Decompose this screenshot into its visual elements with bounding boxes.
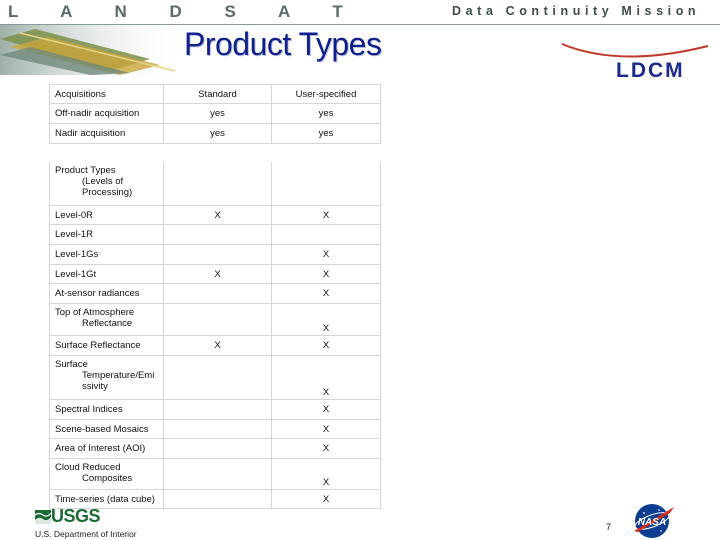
row-label: Acquisitions [49,84,164,104]
standard-cell [163,224,272,245]
table-row: Top of Atmosphere Reflectance X [49,303,381,336]
table-row: Surface Temperature/Emi ssivity X [49,355,381,400]
table-row: Surface Reflectance X X [49,335,381,356]
user-specified-cell: X [271,303,381,336]
row-label: Surface Reflectance [49,335,164,356]
user-specified-cell: X [271,283,381,304]
standard-cell [163,419,272,439]
standard-cell [163,438,272,459]
standard-cell [163,283,272,304]
product-types-table: Acquisitions Standard User-specified Off… [49,84,381,509]
standard-cell [163,303,272,336]
user-specified-cell: X [271,335,381,356]
user-specified-cell: X [271,205,381,225]
page-title: Product Types [184,26,382,62]
row-label-continued: Reflectance [82,318,133,329]
standard-cell: X [163,205,272,225]
row-label: Level-0R [49,205,164,225]
row-label: Area of Interest (AOI) [49,438,164,459]
user-specified-cell: X [271,244,381,265]
standard-cell [163,458,272,490]
row-label: Surface [55,359,88,370]
standard-cell: X [163,335,272,356]
row-label: Level-1R [49,224,164,245]
table-row: Scene-based Mosaics X [49,419,381,439]
table-row: Off-nadir acquisition yes yes [49,103,381,124]
standard-cell: yes [163,103,272,124]
table-row: At-sensor radiances X [49,283,381,304]
standard-cell [163,355,272,400]
landsat-banner: L A N D S A T [8,2,362,21]
row-label: Level-1Gt [49,264,164,284]
standard-cell: X [163,264,272,284]
standard-cell [163,489,272,509]
usgs-logo: USGS [51,506,101,526]
user-specified-cell: X [271,264,381,284]
user-specified-cell: X [271,355,381,400]
user-specified-cell [271,224,381,245]
landsat-header-graphic [0,25,190,75]
table-row: Acquisitions Standard User-specified [49,84,381,104]
user-specified-cell: User-specified [271,84,381,104]
table-row: Cloud Reduced Composites X [49,458,381,490]
row-label-continued: Composites [82,473,133,484]
standard-cell [163,161,272,206]
user-specified-cell: yes [271,123,381,144]
mission-banner: Data Continuity Mission [452,4,701,18]
table-row: Nadir acquisition yes yes [49,123,381,144]
user-specified-cell: X [271,419,381,439]
page-number: 7 [606,522,612,532]
row-label: At-sensor radiances [49,283,164,304]
table-row: Level-1R [49,224,381,245]
standard-cell [163,244,272,265]
row-label: Off-nadir acquisition [49,103,164,124]
row-label-continued: Temperature/Emi ssivity [82,370,155,392]
standard-cell [163,399,272,420]
row-label: Top of Atmosphere [55,307,135,318]
table-row: Level-1Gs X [49,244,381,265]
standard-cell: Standard [163,84,272,104]
row-label: Product Types [55,165,116,176]
user-specified-cell [271,161,381,206]
row-label: Spectral Indices [49,399,164,420]
standard-cell: yes [163,123,272,144]
row-label: Level-1Gs [49,244,164,265]
table-row: Spectral Indices X [49,399,381,420]
spacer-row [50,144,381,162]
table-row: Area of Interest (AOI) X [49,438,381,459]
usgs-mark-icon [35,510,51,524]
row-label: Cloud Reduced [55,462,121,473]
user-specified-cell: yes [271,103,381,124]
svg-text:NASA: NASA [638,517,666,528]
table-row: Level-1Gt X X [49,264,381,284]
nasa-logo-icon: NASA [634,504,674,538]
row-label: Nadir acquisition [49,123,164,144]
table-row: Product Types (Levels of Processing) [49,161,381,206]
department-label: U.S. Department of Interior [35,529,137,539]
ldcm-logo: LDCM [616,59,685,82]
row-label-continued: (Levels of Processing) [82,176,133,198]
row-label: Scene-based Mosaics [49,419,164,439]
user-specified-cell: X [271,399,381,420]
table-row: Level-0R X X [49,205,381,225]
user-specified-cell: X [271,438,381,459]
user-specified-cell: X [271,458,381,490]
user-specified-cell: X [271,489,381,509]
